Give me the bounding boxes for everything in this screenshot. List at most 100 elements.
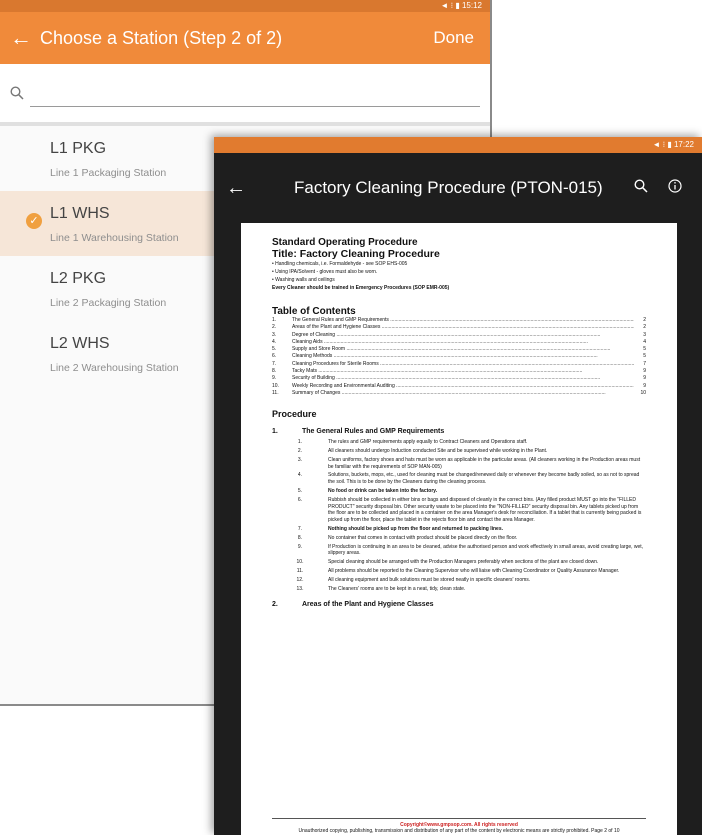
document-viewer-screen: ◄ ⁝ ▮ 17:22 ← Factory Cleaning Procedure… <box>214 137 702 835</box>
section-number: 1. <box>272 428 278 436</box>
toc-entry[interactable]: 9. Security of Building 9 <box>272 375 646 382</box>
toc-title: Summary of Changes <box>292 390 634 397</box>
toc-page: 3 <box>643 331 646 338</box>
toc-title: Cleaning Aids <box>292 339 634 346</box>
copyright-notice: Unauthorized copying, publishing, transm… <box>298 828 620 834</box>
item-text: If Production is continuing in an area t… <box>328 543 644 557</box>
toc-number: 7. <box>272 360 277 367</box>
toc-number: 6. <box>272 353 277 360</box>
item-number: 6. <box>297 496 303 503</box>
toc-entry[interactable]: 8. Tacky Mats 9 <box>272 368 646 375</box>
procedure-item: 10. Special cleaning should be arranged w… <box>272 559 646 566</box>
procedure-item: 12. All cleaning equipment and bulk solut… <box>272 577 646 584</box>
toc-number: 10. <box>272 382 279 389</box>
toc-entry[interactable]: 11. Summary of Changes 10 <box>272 390 646 397</box>
procedure-items: 1. The rules and GMP requirements apply e… <box>272 439 646 592</box>
toc-number: 5. <box>272 346 277 353</box>
toc-page: 2 <box>643 317 646 323</box>
section-title: The General Rules and GMP Requirements <box>302 428 445 436</box>
procedure-item: 11. All problems should be reported to th… <box>272 568 646 575</box>
toc-title: Cleaning Procedures for Sterile Rooms <box>292 361 634 368</box>
toc-number: 2. <box>272 324 277 331</box>
search-input[interactable] <box>30 79 480 107</box>
bullet: • Washing walls and ceilings <box>272 277 335 283</box>
toc-page: 7 <box>643 360 646 367</box>
procedure-item: 7. Nothing should be picked up from the f… <box>272 526 646 533</box>
check-circle-icon: ✓ <box>26 213 42 229</box>
toc-entry[interactable]: 5. Supply and Store Room 5 <box>272 346 646 353</box>
toc-title: Cleaning Methods <box>292 353 634 360</box>
toc-title: Areas of the Plant and Hygiene Classes <box>292 324 634 331</box>
item-text: No container that comes in contact with … <box>328 534 518 541</box>
toc-page: 10 <box>640 389 646 396</box>
document-title-line: Title: Factory Cleaning Procedure <box>272 248 440 260</box>
toolbar: ← Choose a Station (Step 2 of 2) Done <box>0 12 490 64</box>
item-number: 8. <box>297 534 303 541</box>
item-text: The Cleaners' rooms are to be kept in a … <box>328 585 466 592</box>
toc-entry[interactable]: 4. Cleaning Aids 4 <box>272 339 646 346</box>
item-number: 7. <box>297 526 303 533</box>
procedure-item: 2. All cleaners should undergo Induction … <box>272 448 646 455</box>
item-number: 5. <box>297 488 303 495</box>
toc-number: 4. <box>272 338 277 345</box>
section-heading: 1. The General Rules and GMP Requirement… <box>272 428 646 435</box>
toc-entry[interactable]: 3. Degree of Cleaning 3 <box>272 332 646 339</box>
status-bar: ◄ ⁝ ▮ 17:22 <box>214 137 702 153</box>
back-arrow-icon[interactable]: ← <box>10 25 40 51</box>
toc-entry[interactable]: 2. Areas of the Plant and Hygiene Classes… <box>272 324 646 331</box>
toc-page: 2 <box>643 324 646 331</box>
procedure-item: 3. Clean uniforms, factory shoes and hats… <box>272 457 646 471</box>
item-number: 12. <box>296 576 304 583</box>
item-text: Clean uniforms, factory shoes and hats m… <box>328 456 641 470</box>
back-arrow-icon[interactable]: ← <box>224 177 294 200</box>
done-button[interactable]: Done <box>433 28 474 48</box>
status-bar: ◄ ⁝ ▮ 15:12 <box>0 0 490 12</box>
toc-entry[interactable]: 6. Cleaning Methods 5 <box>272 353 646 360</box>
toc-title: Tacky Mats <box>292 368 634 375</box>
toc-entry[interactable]: 7. Cleaning Procedures for Sterile Rooms 7 <box>272 361 646 368</box>
toc-entry[interactable]: 1. The General Rules and GMP Requirements… <box>272 317 646 324</box>
item-text: Special cleaning should be arranged with… <box>328 559 599 566</box>
bullet: • Using IPA/Solvent - gloves must also b… <box>272 269 378 275</box>
section-heading: 2. Areas of the Plant and Hygiene Classe… <box>272 601 646 608</box>
document-page[interactable]: Standard Operating Procedure Title: Fact… <box>241 223 677 835</box>
info-icon[interactable] <box>658 179 692 197</box>
toc-entry[interactable]: 10. Weekly Recording and Environmental Au… <box>272 383 646 390</box>
item-text: All cleaning equipment and bulk solution… <box>328 576 531 583</box>
toc-page: 9 <box>643 375 646 382</box>
item-text: The rules and GMP requirements apply equ… <box>328 439 528 446</box>
training-note: Every Cleaner should be trained in Emerg… <box>272 285 450 291</box>
toc-page: 5 <box>643 353 646 360</box>
procedure-item: 8. No container that comes in contact wit… <box>272 535 646 542</box>
bullet: • Handling chemicals, i.e. Formaldehyde … <box>272 261 408 267</box>
toc-title: Degree of Cleaning <box>292 332 634 339</box>
toc-page: 4 <box>643 338 646 345</box>
item-text: Nothing should be picked up from the flo… <box>328 526 504 533</box>
section-title: Areas of the Plant and Hygiene Classes <box>302 601 434 609</box>
toc-title: Security of Building <box>292 375 634 382</box>
toc-heading: Table of Contents <box>272 306 356 317</box>
item-number: 4. <box>297 472 303 479</box>
toc-page: 9 <box>643 368 646 375</box>
toc-number: 11. <box>272 389 279 396</box>
procedure-item: 1. The rules and GMP requirements apply e… <box>272 439 646 446</box>
item-number: 13. <box>296 585 304 592</box>
page-title: Choose a Station (Step 2 of 2) <box>40 27 283 48</box>
procedure-item: 9. If Production is continuing in an area… <box>272 544 646 558</box>
toc-title: The General Rules and GMP Requirements <box>292 317 634 324</box>
item-text: Solutions, buckets, mops, etc., used for… <box>328 472 640 486</box>
item-number: 10. <box>296 559 304 566</box>
document-footer: Copyright©www.gmpsop.com. All rights res… <box>272 818 646 834</box>
item-number: 2. <box>297 448 303 455</box>
procedure-heading: Procedure <box>272 409 317 420</box>
section-number: 2. <box>272 601 278 609</box>
toc-page: 5 <box>643 346 646 353</box>
toc-page: 9 <box>643 382 646 389</box>
search-icon[interactable] <box>10 86 24 100</box>
toc-number: 1. <box>272 317 277 323</box>
search-icon[interactable] <box>624 179 658 197</box>
procedure-item: 4. Solutions, buckets, mops, etc., used f… <box>272 472 646 486</box>
item-text: No food or drink can be taken into the f… <box>328 488 438 495</box>
item-text: Rubbish should be collected in either bi… <box>328 496 642 524</box>
item-number: 3. <box>297 456 303 463</box>
